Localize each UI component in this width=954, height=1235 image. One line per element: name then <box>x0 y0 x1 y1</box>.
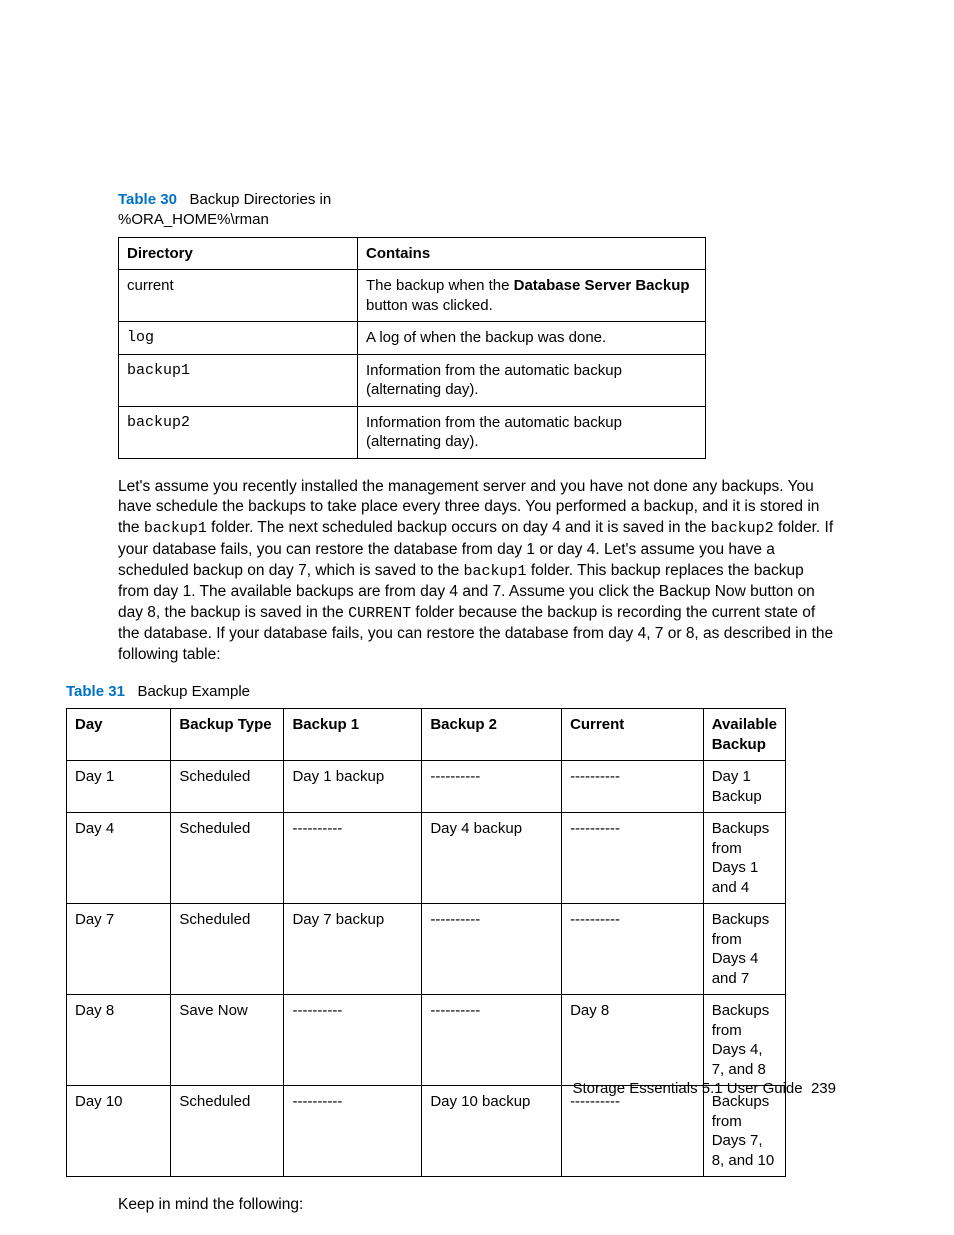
t31-cell: ---------- <box>284 1086 422 1177</box>
table-30-header-row: Directory Contains <box>119 237 706 270</box>
t31-h4: Current <box>562 709 704 761</box>
text: The backup when the <box>366 277 514 294</box>
body-paragraph: Let's assume you recently installed the … <box>118 477 836 666</box>
table-30-label: Table 30 <box>118 191 177 208</box>
code-text: backup1 <box>144 520 207 537</box>
text-bold: Backup Now <box>659 583 746 600</box>
t31-cell: Day 7 backup <box>284 904 422 995</box>
t31-cell: ---------- <box>422 995 562 1086</box>
t31-h0: Day <box>67 709 171 761</box>
t31-cell: Scheduled <box>171 813 284 904</box>
t31-cell: Day 10 backup <box>422 1086 562 1177</box>
t31-cell: ---------- <box>422 904 562 995</box>
table-30-title-2: %ORA_HOME%\rman <box>118 211 269 228</box>
t31-cell: ---------- <box>562 1086 704 1177</box>
text: folder. The next scheduled backup occurs… <box>207 519 711 536</box>
t31-h5: Available Backup <box>703 709 785 761</box>
table-31-caption: Table 31 Backup Example <box>66 682 836 702</box>
t31-cell: Save Now <box>171 995 284 1086</box>
t31-h1: Backup Type <box>171 709 284 761</box>
table-31: Day Backup Type Backup 1 Backup 2 Curren… <box>66 708 786 1177</box>
t30-r3-contains: Information from the automatic backup (a… <box>358 406 706 458</box>
t31-cell: Scheduled <box>171 904 284 995</box>
t31-cell: ---------- <box>284 995 422 1086</box>
table-31-label: Table 31 <box>66 683 125 700</box>
table-30-title-1: Backup Directories in <box>189 191 331 208</box>
t31-cell: Scheduled <box>171 761 284 813</box>
t30-r1-contains: A log of when the backup was done. <box>358 322 706 355</box>
text-bold: Database Server Backup <box>514 277 690 294</box>
code-text: backup1 <box>464 563 527 580</box>
t31-cell: Backups from Days 4 and 7 <box>703 904 785 995</box>
page-footer: Storage Essentials 5.1 User Guide 239 <box>573 1080 837 1097</box>
table-row: log A log of when the backup was done. <box>119 322 706 355</box>
t31-cell: Day 1 Backup <box>703 761 785 813</box>
t30-r0-dir: current <box>119 270 358 322</box>
t31-h2: Backup 1 <box>284 709 422 761</box>
t31-cell: ---------- <box>562 761 704 813</box>
table-30: Directory Contains current The backup wh… <box>118 237 706 459</box>
t31-cell: Backups from Days 7, 8, and 10 <box>703 1086 785 1177</box>
t31-cell: ---------- <box>422 761 562 813</box>
closing-text: Keep in mind the following: <box>118 1195 836 1216</box>
table-row: Day 1ScheduledDay 1 backup--------------… <box>67 761 786 813</box>
t31-cell: Backups from Days 1 and 4 <box>703 813 785 904</box>
code-text: backup2 <box>711 520 774 537</box>
t31-cell: Day 8 <box>562 995 704 1086</box>
t31-cell: Day 1 backup <box>284 761 422 813</box>
table-30-caption: Table 30 Backup Directories in %ORA_HOME… <box>118 190 836 231</box>
t30-r2-contains: Information from the automatic backup (a… <box>358 354 706 406</box>
table-row: backup2 Information from the automatic b… <box>119 406 706 458</box>
t30-r1-dir: log <box>119 322 358 355</box>
code-text: CURRENT <box>348 605 411 622</box>
text: button was clicked. <box>366 297 493 314</box>
t30-r2-dir: backup1 <box>119 354 358 406</box>
table-30-h1: Contains <box>358 237 706 270</box>
table-row: Day 8Save Now--------------------Day 8Ba… <box>67 995 786 1086</box>
t30-r0-contains: The backup when the Database Server Back… <box>358 270 706 322</box>
table-row: Day 10Scheduled----------Day 10 backup--… <box>67 1086 786 1177</box>
t31-cell: ---------- <box>284 813 422 904</box>
table-row: backup1 Information from the automatic b… <box>119 354 706 406</box>
t31-cell: Day 4 <box>67 813 171 904</box>
table-row: Day 4Scheduled----------Day 4 backup----… <box>67 813 786 904</box>
table-row: current The backup when the Database Ser… <box>119 270 706 322</box>
t31-cell: Day 1 <box>67 761 171 813</box>
t30-r3-dir: backup2 <box>119 406 358 458</box>
t31-cell: Day 8 <box>67 995 171 1086</box>
t31-cell: Day 10 <box>67 1086 171 1177</box>
footer-text: Storage Essentials 5.1 User Guide <box>573 1080 803 1097</box>
t31-h3: Backup 2 <box>422 709 562 761</box>
t31-cell: Day 4 backup <box>422 813 562 904</box>
t31-cell: ---------- <box>562 813 704 904</box>
t31-cell: Day 7 <box>67 904 171 995</box>
t31-cell: Backups from Days 4, 7, and 8 <box>703 995 785 1086</box>
table-30-h0: Directory <box>119 237 358 270</box>
table-row: Day 7ScheduledDay 7 backup--------------… <box>67 904 786 995</box>
footer-page: 239 <box>811 1080 836 1097</box>
t31-cell: ---------- <box>562 904 704 995</box>
table-31-title: Backup Example <box>137 683 250 700</box>
table-31-header-row: Day Backup Type Backup 1 Backup 2 Curren… <box>67 709 786 761</box>
t31-cell: Scheduled <box>171 1086 284 1177</box>
